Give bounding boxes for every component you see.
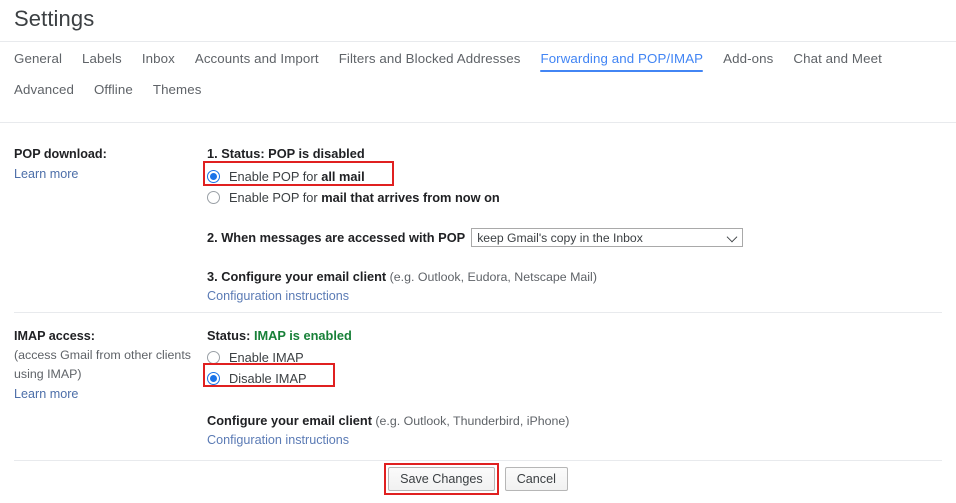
imap-config-note: (e.g. Outlook, Thunderbird, iPhone) (371, 414, 570, 428)
tab-accounts-and-import[interactable]: Accounts and Import (195, 47, 319, 72)
tab-offline[interactable]: Offline (94, 78, 133, 103)
imap-learn-more-link[interactable]: Learn more (14, 384, 207, 404)
imap-configuration-instructions-link[interactable]: Configuration instructions (207, 431, 956, 450)
pop-step2-row: 2. When messages are accessed with POP k… (207, 228, 956, 247)
imap-option-disable[interactable]: Disable IMAP (207, 368, 307, 389)
pop-access-action-select[interactable]: keep Gmail's copy in the Inbox (471, 228, 744, 247)
imap-option-enable[interactable]: Enable IMAP (207, 347, 304, 368)
settings-body: POP download: Learn more 1. Status: POP … (0, 130, 956, 460)
pop-option-all-mail-label: Enable POP for all mail (229, 169, 365, 184)
settings-page: Settings General Labels Inbox Accounts a… (0, 0, 956, 503)
pop-status-line: 1. Status: POP is disabled (207, 146, 365, 161)
pop-left-column: POP download: Learn more (0, 144, 207, 312)
pop-learn-more-link[interactable]: Learn more (14, 164, 207, 184)
pop-option-from-now-on-label: Enable POP for mail that arrives from no… (229, 190, 500, 205)
tab-row-1: General Labels Inbox Accounts and Import… (0, 47, 956, 78)
save-button-wrap: Save Changes (384, 463, 499, 495)
imap-access-section: IMAP access: (access Gmail from other cl… (0, 312, 956, 460)
pop-access-action-value: keep Gmail's copy in the Inbox (477, 230, 643, 245)
radio-unselected-icon[interactable] (207, 191, 220, 204)
imap-config-row: Configure your email client (e.g. Outloo… (207, 411, 956, 431)
pop-step3-bold: 3. Configure your email client (207, 269, 387, 284)
tab-inbox[interactable]: Inbox (142, 47, 175, 72)
tab-labels[interactable]: Labels (82, 47, 122, 72)
pop-option-from-now-on[interactable]: Enable POP for mail that arrives from no… (207, 187, 500, 208)
pop-option-all-mail[interactable]: Enable POP for all mail (207, 166, 365, 187)
imap-option-disable-label: Disable IMAP (229, 371, 307, 386)
tabs-divider (0, 122, 956, 123)
pop-download-section: POP download: Learn more 1. Status: POP … (0, 130, 956, 312)
pop-option-from-now-on-bold: mail that arrives from now on (321, 190, 500, 205)
imap-option-enable-label: Enable IMAP (229, 350, 304, 365)
pop-download-label: POP download: (14, 147, 107, 161)
radio-selected-icon[interactable] (207, 170, 220, 183)
settings-tabs: General Labels Inbox Accounts and Import… (0, 47, 956, 108)
footer-divider (14, 460, 942, 461)
imap-left-column: IMAP access: (access Gmail from other cl… (0, 326, 207, 460)
pop-step2-label: 2. When messages are accessed with POP (207, 230, 466, 245)
imap-status-line: Status: IMAP is enabled (207, 326, 956, 345)
tab-filters-and-blocked-addresses[interactable]: Filters and Blocked Addresses (339, 47, 521, 72)
imap-access-label: IMAP access: (14, 329, 95, 343)
tab-chat-and-meet[interactable]: Chat and Meet (793, 47, 882, 72)
imap-status-prefix: Status: (207, 328, 254, 343)
pop-step3-note: (e.g. Outlook, Eudora, Netscape Mail) (386, 270, 597, 284)
tab-forwarding-and-pop-imap[interactable]: Forwarding and POP/IMAP (540, 47, 703, 72)
page-title: Settings (14, 6, 95, 31)
cancel-button[interactable]: Cancel (504, 467, 568, 491)
tab-advanced[interactable]: Advanced (14, 78, 74, 103)
radio-selected-icon[interactable] (207, 372, 220, 385)
imap-right-column: Status: IMAP is enabled Enable IMAP Disa… (203, 326, 956, 460)
radio-unselected-icon[interactable] (207, 351, 220, 364)
chevron-down-icon (726, 231, 738, 242)
imap-section-divider (14, 312, 942, 313)
imap-note-line-1: (access Gmail from other clients (14, 348, 191, 362)
header-divider (0, 41, 956, 42)
pop-configuration-instructions-link[interactable]: Configuration instructions (207, 287, 956, 306)
tab-general[interactable]: General (14, 47, 62, 72)
imap-note-line-2: using IMAP) (14, 367, 82, 381)
tab-row-2: Advanced Offline Themes (0, 78, 956, 108)
tab-themes[interactable]: Themes (153, 78, 202, 103)
imap-status-value: IMAP is enabled (253, 328, 352, 343)
pop-option-all-mail-bold: all mail (321, 169, 365, 184)
tab-add-ons[interactable]: Add-ons (723, 47, 773, 72)
footer-button-bar: Save Changes Cancel (0, 463, 956, 495)
save-changes-button[interactable]: Save Changes (388, 467, 495, 491)
pop-step3-row: 3. Configure your email client (e.g. Out… (207, 267, 956, 287)
pop-right-column: 1. Status: POP is disabled Enable POP fo… (203, 144, 956, 312)
imap-config-bold: Configure your email client (207, 413, 372, 428)
